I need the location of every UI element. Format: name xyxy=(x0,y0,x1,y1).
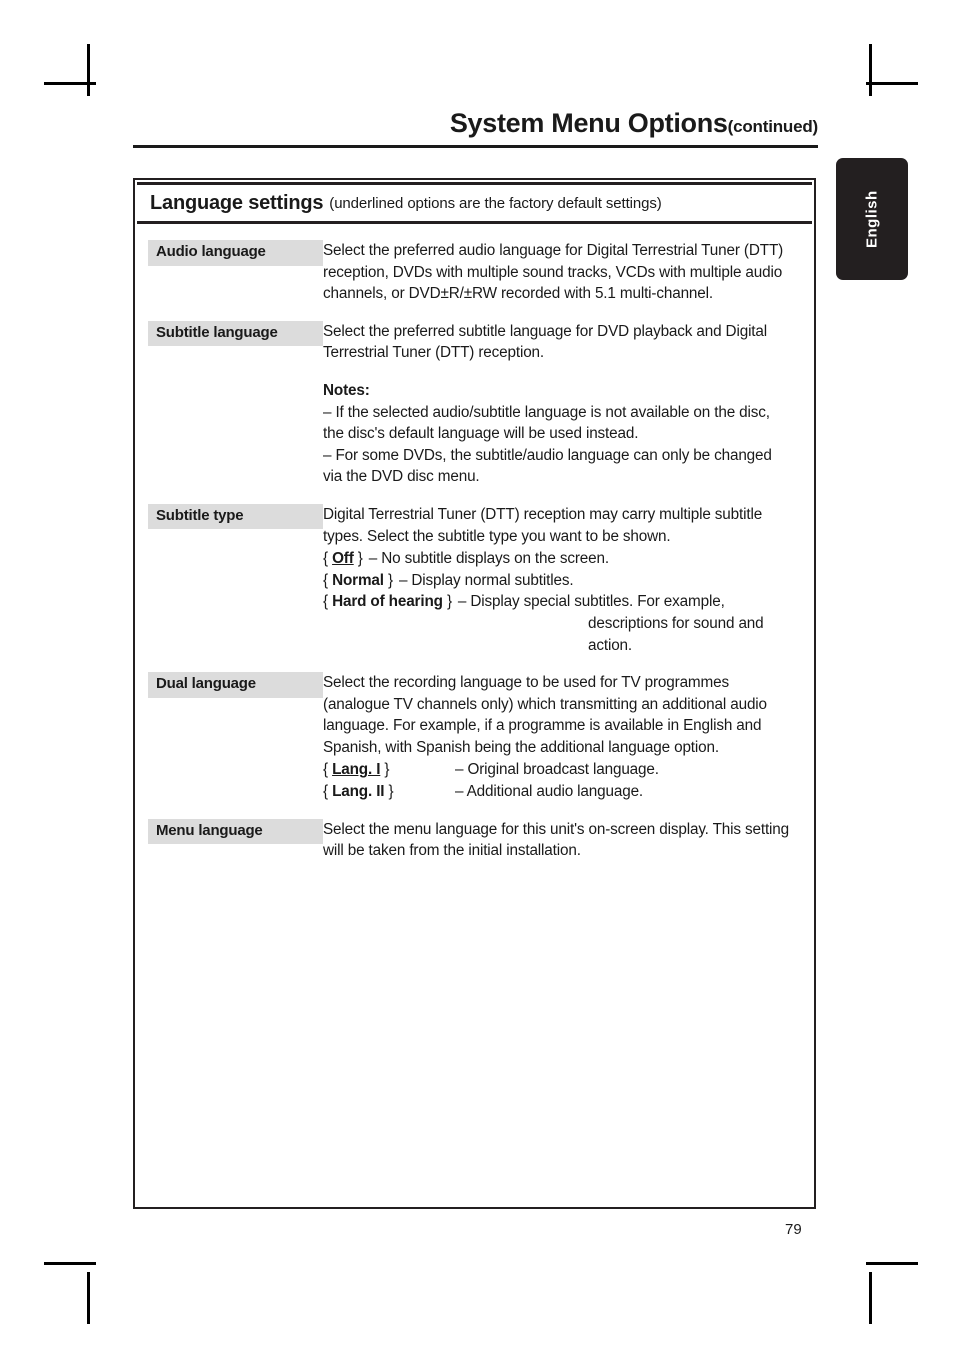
page-title: System Menu Options(continued) xyxy=(133,108,818,139)
language-settings-panel: Language settings (underlined options ar… xyxy=(133,178,816,1209)
option-brace-close: } xyxy=(383,571,393,589)
crop-mark-top-right-horizontal xyxy=(866,82,918,85)
option-brace-close: } xyxy=(384,783,394,801)
settings-entry-body: Digital Terrestrial Tuner (DTT) receptio… xyxy=(323,504,814,656)
settings-entry-label-cell: Subtitle type xyxy=(135,503,323,530)
settings-entry-body: Select the menu language for this unit's… xyxy=(323,819,814,862)
crop-mark-bottom-left-horizontal xyxy=(44,1262,96,1265)
option-brace-open: { xyxy=(323,571,333,589)
option-key: { Normal } xyxy=(323,570,393,592)
option-value: Lang. I xyxy=(332,761,381,779)
settings-entry: Menu language Select the menu language fo… xyxy=(135,818,814,862)
crop-mark-bottom-right-horizontal xyxy=(866,1262,918,1265)
settings-entry-paragraph: Select the preferred audio language for … xyxy=(323,242,784,303)
option-value: Hard of hearing xyxy=(332,593,443,611)
option-key: { Lang. II } xyxy=(323,781,455,803)
option-description: – Original broadcast language. xyxy=(455,761,659,779)
option-row: { Normal } – Display normal subtitles. xyxy=(323,570,792,592)
settings-entry-label: Subtitle language xyxy=(148,320,323,347)
option-brace-open: { xyxy=(323,550,333,568)
option-key: { Hard of hearing } xyxy=(323,591,452,613)
crop-mark-bottom-left-vertical xyxy=(87,1272,90,1324)
page-title-continued: (continued) xyxy=(727,117,819,136)
settings-entry-body: Select the recording language to be used… xyxy=(323,672,814,803)
option-row: { Lang. II } – Additional audio language. xyxy=(323,781,792,803)
option-row: { Off } – No subtitle displays on the scr… xyxy=(323,548,792,570)
option-brace-open: { xyxy=(323,593,333,611)
option-brace-open: { xyxy=(323,783,333,801)
option-description: – Display normal subtitles. xyxy=(398,571,574,589)
option-list: { Lang. I } – Original broadcast language… xyxy=(323,759,792,802)
header-divider xyxy=(133,145,818,148)
settings-entry-body: Select the preferred audio language for … xyxy=(323,240,814,305)
note-line: – If the selected audio/subtitle languag… xyxy=(323,403,770,443)
settings-entry-label-cell: Audio language xyxy=(135,240,323,266)
section-title: Language settings xyxy=(150,191,324,214)
settings-entry-label: Audio language xyxy=(148,240,323,266)
option-brace-close: } xyxy=(442,593,452,611)
side-tab-label: English xyxy=(863,190,881,248)
settings-entry-label: Dual language xyxy=(148,672,323,698)
settings-entry-paragraph: Select the menu language for this unit's… xyxy=(323,820,790,860)
note-line: – For some DVDs, the subtitle/audio lang… xyxy=(323,446,772,486)
option-brace-close: } xyxy=(353,550,363,568)
option-description: – No subtitle displays on the screen. xyxy=(368,550,609,568)
crop-mark-top-right-vertical xyxy=(869,44,872,96)
settings-entry-list: Audio language Select the preferred audio… xyxy=(135,224,814,862)
side-tab-english: English xyxy=(836,158,908,280)
settings-entry-paragraph: Select the preferred subtitle language f… xyxy=(323,322,768,362)
settings-entry-body: Select the preferred subtitle language f… xyxy=(323,321,814,488)
section-title-note: (underlined options are the factory defa… xyxy=(329,194,662,212)
option-key: { Lang. I } xyxy=(323,759,455,781)
option-brace-close: } xyxy=(380,761,390,779)
option-row: { Hard of hearing } – Display special sub… xyxy=(323,591,792,613)
settings-entry: Dual language Select the recording langua… xyxy=(135,672,814,803)
option-list: { Off } – No subtitle displays on the scr… xyxy=(323,548,792,656)
option-value: Off xyxy=(332,550,354,568)
section-title-bar: Language settings (underlined options ar… xyxy=(137,182,812,224)
option-key: { Off } xyxy=(323,548,363,570)
crop-mark-bottom-right-vertical xyxy=(869,1272,872,1324)
settings-entry: Subtitle language Select the preferred su… xyxy=(135,320,814,488)
option-description-continuation: descriptions for sound and action. xyxy=(588,614,764,654)
settings-entry-label-cell: Dual language xyxy=(135,672,323,698)
settings-entry: Audio language Select the preferred audio… xyxy=(135,240,814,305)
option-description: – Additional audio language. xyxy=(455,783,644,801)
option-value: Lang. II xyxy=(332,783,385,801)
settings-entry-label: Menu language xyxy=(148,818,323,845)
crop-mark-top-left-vertical xyxy=(87,44,90,96)
option-description: – Display special subtitles. For example… xyxy=(457,593,725,611)
settings-entry-label-cell: Subtitle language xyxy=(135,320,323,347)
settings-entry-paragraph: Digital Terrestrial Tuner (DTT) receptio… xyxy=(323,505,763,545)
option-value: Normal xyxy=(332,571,384,589)
option-row: { Lang. I } – Original broadcast language… xyxy=(323,759,792,781)
settings-entry: Subtitle type Digital Terrestrial Tuner (… xyxy=(135,503,814,656)
page-title-main: System Menu Options xyxy=(449,108,728,138)
notes-heading: Notes: xyxy=(323,381,370,399)
option-brace-open: { xyxy=(323,761,333,779)
settings-entry-label: Subtitle type xyxy=(148,503,323,530)
settings-entry-paragraph: Select the recording language to be used… xyxy=(323,674,767,756)
page-number: 79 xyxy=(785,1221,802,1238)
settings-entry-label-cell: Menu language xyxy=(135,818,323,845)
page-header: System Menu Options(continued) xyxy=(133,108,818,148)
